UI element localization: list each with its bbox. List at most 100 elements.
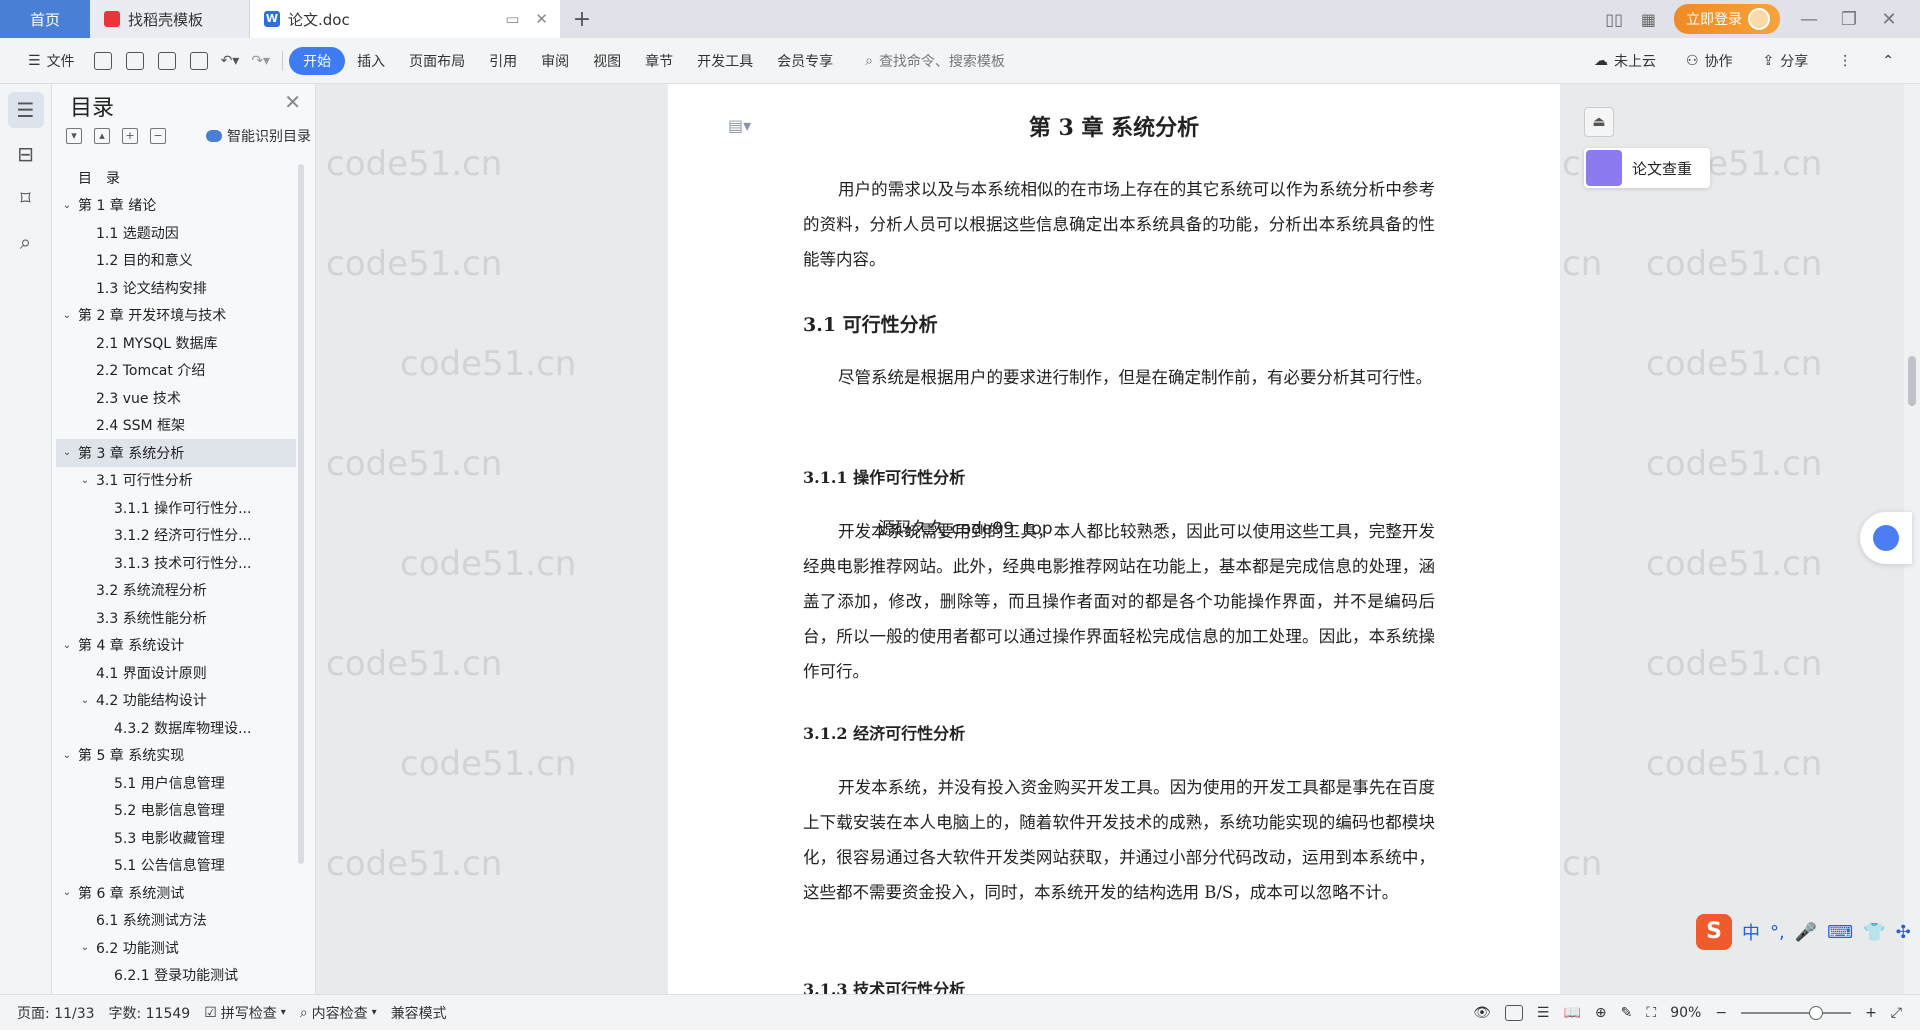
tab-document[interactable]: W 论文.doc ▭ ✕ <box>250 0 560 38</box>
collapse-all-icon[interactable]: ▴ <box>94 128 110 144</box>
print-icon[interactable] <box>157 51 176 70</box>
tab-chapter[interactable]: 章节 <box>633 46 685 76</box>
tab-template-store[interactable]: 找稻壳模板 <box>90 0 250 38</box>
toc-item[interactable]: 5.2 电影信息管理 <box>56 797 296 825</box>
toc-item[interactable]: ⌄ 3.1 可行性分析 <box>56 467 296 495</box>
chevron-down-icon[interactable]: ⌄ <box>60 640 74 651</box>
toc-item[interactable]: ⌄ 第 3 章 系统分析 <box>56 439 296 467</box>
toc-item[interactable]: 3.3 系统性能分析 <box>56 604 296 632</box>
file-menu[interactable]: ☰ 文件 <box>16 46 87 76</box>
reading-layout-icon[interactable]: ▯▯ <box>1605 10 1623 29</box>
outline-view-icon[interactable]: ☰ <box>1537 1005 1550 1021</box>
tab-home[interactable]: 首页 <box>0 0 90 38</box>
expand-all-icon[interactable]: ▾ <box>66 128 82 144</box>
punctuation-icon[interactable]: °, <box>1770 922 1785 943</box>
write-mode-icon[interactable]: ✎ <box>1621 1005 1633 1021</box>
toc-item[interactable]: 2.2 Tomcat 介绍 <box>56 357 296 385</box>
toolbox-icon[interactable]: ✣ <box>1896 922 1911 943</box>
toc-item[interactable]: 5.3 电影收藏管理 <box>56 824 296 852</box>
apps-grid-icon[interactable]: ▦ <box>1641 10 1656 29</box>
toc-item[interactable]: ⌄ 第 5 章 系统实现 <box>56 742 296 770</box>
find-icon[interactable]: ⌕ <box>8 224 44 260</box>
reading-view-icon[interactable]: 📖 <box>1563 1005 1580 1021</box>
tab-start[interactable]: 开始 <box>289 46 346 75</box>
toc-item[interactable]: 1.2 目的和意义 <box>56 247 296 275</box>
web-view-icon[interactable]: ⊕ <box>1595 1005 1607 1021</box>
toc-item[interactable]: 5.1 用户信息管理 <box>56 769 296 797</box>
ime-lang[interactable]: 中 <box>1742 919 1760 945</box>
chevron-down-icon[interactable]: ⌄ <box>60 200 74 211</box>
login-button[interactable]: 立即登录 <box>1674 4 1780 34</box>
toc-item[interactable]: 6.2.1 登录功能测试 <box>56 962 296 990</box>
toc-item[interactable]: 1.1 选题动因 <box>56 219 296 247</box>
chevron-down-icon[interactable]: ⌄ <box>78 475 92 486</box>
cloud-status-button[interactable]: ☁ 未上云 <box>1582 46 1668 76</box>
close-tab-icon[interactable]: ✕ <box>535 10 548 28</box>
scroll-thumb[interactable] <box>1908 356 1916 406</box>
spell-check-button[interactable]: ☑ 拼写检查 ▾ <box>197 1003 293 1023</box>
undo-icon[interactable]: ↶▾ <box>221 53 240 69</box>
add-heading-icon[interactable]: + <box>122 128 138 144</box>
toc-item[interactable]: ⌄ 4.2 功能结构设计 <box>56 687 296 715</box>
tab-view[interactable]: 视图 <box>581 46 633 76</box>
zoom-level[interactable]: 90% <box>1670 1005 1701 1021</box>
zoom-in-icon[interactable]: + <box>1865 1005 1877 1021</box>
toc-item[interactable]: 3.1.1 操作可行性分... <box>56 494 296 522</box>
zoom-knob[interactable] <box>1809 1005 1824 1020</box>
tab-developer[interactable]: 开发工具 <box>685 46 765 76</box>
toc-item[interactable]: 2.1 MYSQL 数据库 <box>56 329 296 357</box>
tab-page-layout[interactable]: 页面布局 <box>397 46 477 76</box>
word-count[interactable]: 字数: 11549 <box>102 1003 198 1023</box>
keyboard-icon[interactable]: ⌨ <box>1827 922 1853 943</box>
tab-insert[interactable]: 插入 <box>345 46 397 76</box>
float-window-icon[interactable]: ▭ <box>505 10 519 28</box>
more-icon[interactable]: ⋮ <box>1826 46 1864 76</box>
collapse-ribbon-icon[interactable]: ⌃ <box>1870 46 1906 76</box>
share-button[interactable]: ⇪ 分享 <box>1751 46 1821 76</box>
toc-item[interactable]: ⌄ 第 6 章 系统测试 <box>56 879 296 907</box>
toc-item[interactable]: ⌄ 第 4 章 系统设计 <box>56 632 296 660</box>
plagiarism-check-button[interactable]: 论文查重 <box>1584 148 1710 188</box>
toc-item[interactable]: 4.3.2 数据库物理设... <box>56 714 296 742</box>
tab-review[interactable]: 审阅 <box>529 46 581 76</box>
zoom-out-icon[interactable]: − <box>1715 1005 1727 1021</box>
toc-scrollbar[interactable] <box>298 164 304 864</box>
toc-item[interactable]: 4.1 界面设计原则 <box>56 659 296 687</box>
remove-heading-icon[interactable]: − <box>150 128 166 144</box>
ai-assistant-button[interactable] <box>1860 512 1912 564</box>
bookmark-icon[interactable]: ⌑ <box>8 180 44 216</box>
fullscreen-icon[interactable]: ⤢ <box>1891 1005 1902 1021</box>
smart-toc-button[interactable]: 智能识别目录 <box>206 126 311 146</box>
toc-item[interactable]: ⌄ 6.2 功能测试 <box>56 934 296 962</box>
close-window-icon[interactable]: ✕ <box>1878 9 1900 30</box>
toc-item[interactable]: 1.3 论文结构安排 <box>56 274 296 302</box>
page-indicator[interactable]: 页面: 11/33 <box>10 1003 102 1023</box>
page-view-icon[interactable] <box>1504 1004 1523 1021</box>
sogou-logo-icon[interactable]: S <box>1696 914 1732 950</box>
toc-item[interactable]: 2.4 SSM 框架 <box>56 412 296 440</box>
new-tab-button[interactable]: + <box>560 0 604 38</box>
save-as-icon[interactable] <box>125 51 144 70</box>
restore-icon[interactable]: ❐ <box>1838 9 1860 30</box>
tab-references[interactable]: 引用 <box>477 46 529 76</box>
toc-item[interactable]: 3.1.3 技术可行性分... <box>56 549 296 577</box>
collapse-panel-icon[interactable]: ⏏ <box>1584 107 1614 137</box>
document-page[interactable]: ▤▾ 第 3 章 系统分析 用户的需求以及与本系统相似的在市场上存在的其它系统可… <box>668 84 1560 994</box>
command-search[interactable]: ⌕ 查找命令、搜索模板 <box>853 46 1017 76</box>
chevron-down-icon[interactable]: ⌄ <box>78 942 92 953</box>
toc-panel-icon[interactable]: ☰ <box>7 92 44 128</box>
toc-item[interactable]: 3.1.2 经济可行性分... <box>56 522 296 550</box>
skin-icon[interactable]: 👕 <box>1863 922 1885 943</box>
zoom-slider[interactable] <box>1741 1005 1852 1020</box>
save-icon[interactable] <box>93 51 112 70</box>
chevron-down-icon[interactable]: ⌄ <box>78 695 92 706</box>
toc-item[interactable]: 目 录 <box>56 164 296 192</box>
tab-member[interactable]: 会员专享 <box>765 46 845 76</box>
chevron-down-icon[interactable]: ⌄ <box>60 447 74 458</box>
toc-item[interactable]: 3.2 系统流程分析 <box>56 577 296 605</box>
redo-icon[interactable]: ↷▾ <box>251 53 270 69</box>
collaborate-button[interactable]: ⚇ 协作 <box>1674 46 1745 76</box>
chevron-down-icon[interactable]: ⌄ <box>60 310 74 321</box>
toc-item[interactable]: 2.3 vue 技术 <box>56 384 296 412</box>
toc-item[interactable]: 6.1 系统测试方法 <box>56 907 296 935</box>
